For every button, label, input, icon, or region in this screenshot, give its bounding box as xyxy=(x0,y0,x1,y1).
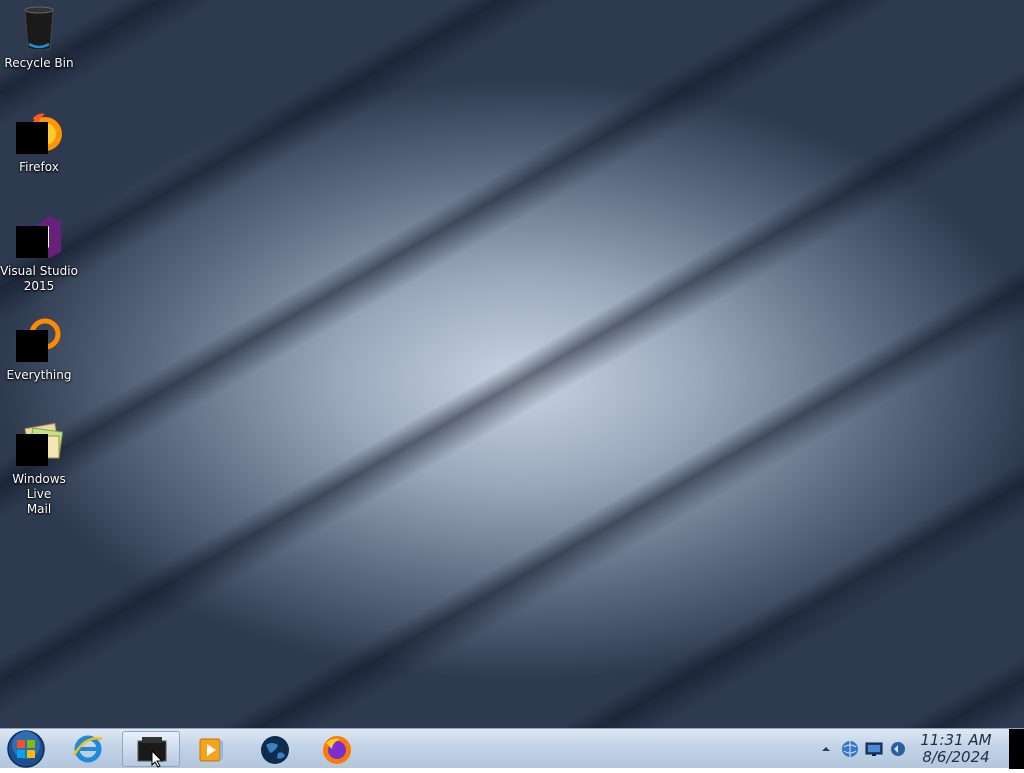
recycle-bin-icon xyxy=(15,4,63,52)
visual-studio-icon xyxy=(15,212,63,260)
shortcut-overlay-box xyxy=(16,122,48,154)
shortcut-overlay-box xyxy=(16,226,48,258)
taskbar-active-program-button[interactable] xyxy=(122,731,180,768)
clock-time: 11:31 AM xyxy=(920,731,992,749)
taskbar-firefox-button[interactable] xyxy=(318,731,358,767)
monitor-icon[interactable] xyxy=(864,739,884,759)
taskbar-globe-button[interactable] xyxy=(256,731,296,767)
recycle-bin-shortcut[interactable]: Recycle Bin xyxy=(0,4,78,71)
windows-live-mail-label-line1: Windows Live xyxy=(12,472,66,501)
start-button[interactable] xyxy=(6,729,46,769)
everything-label: Everything xyxy=(6,368,72,382)
system-tray xyxy=(818,729,918,769)
windows-live-mail-label-line2: Mail xyxy=(26,502,52,516)
media-player-icon xyxy=(199,738,223,762)
mouse-cursor-icon xyxy=(151,750,164,768)
volume-icon[interactable] xyxy=(888,739,908,759)
visual-studio-label-line1: Visual Studio xyxy=(0,264,78,278)
start-orb-icon xyxy=(7,730,45,768)
firefox-icon xyxy=(15,108,63,156)
firefox-icon xyxy=(323,736,351,764)
clock-date: 8/6/2024 xyxy=(922,748,990,766)
tray-overflow-arrow-icon[interactable] xyxy=(820,743,832,755)
windows-live-mail-shortcut[interactable]: Windows Live Mail xyxy=(0,420,78,517)
taskbar-media-player-button[interactable] xyxy=(192,731,232,767)
taskbar-internet-explorer-button[interactable] xyxy=(70,731,110,767)
taskbar: 11:31 AM 8/6/2024 xyxy=(0,728,1024,769)
network-globe-icon[interactable] xyxy=(840,739,860,759)
visual-studio-label-line2: 2015 xyxy=(23,279,55,293)
shortcut-overlay-box xyxy=(16,330,48,362)
recycle-bin-label: Recycle Bin xyxy=(4,56,74,70)
shortcut-overlay-box xyxy=(16,434,48,466)
everything-search-icon xyxy=(15,316,63,364)
visual-studio-shortcut[interactable]: Visual Studio 2015 xyxy=(0,212,78,294)
globe-icon xyxy=(261,736,289,764)
everything-shortcut[interactable]: Everything xyxy=(0,316,78,383)
firefox-shortcut[interactable]: Firefox xyxy=(0,108,78,175)
taskbar-clock[interactable]: 11:31 AM 8/6/2024 xyxy=(916,732,996,766)
mail-icon xyxy=(15,420,63,468)
show-desktop-button[interactable] xyxy=(1009,729,1024,769)
desktop-background[interactable]: Recycle Bin Firefox Visual Studio 2015 E… xyxy=(0,0,1024,728)
firefox-label: Firefox xyxy=(19,160,59,174)
internet-explorer-icon xyxy=(72,735,103,763)
